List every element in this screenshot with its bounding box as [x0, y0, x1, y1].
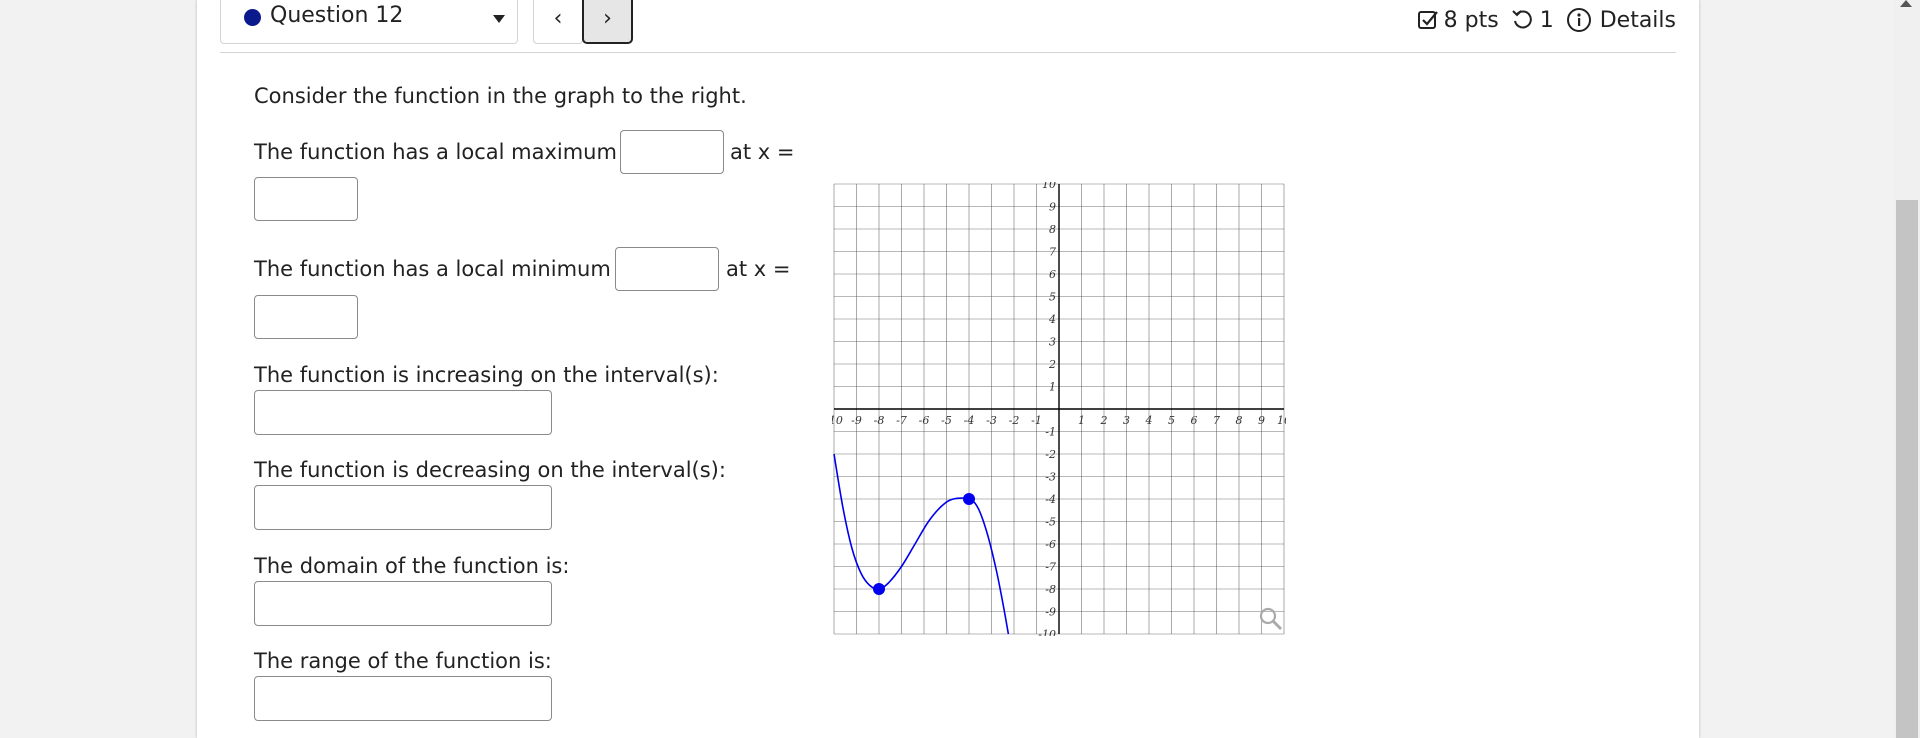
y-tick-label: 4 [1048, 313, 1056, 326]
y-tick-label: 1 [1049, 381, 1056, 394]
local-min-label: The function has a local minimum of [254, 257, 638, 281]
attempts-count: 1 [1539, 7, 1554, 33]
y-tick-label: -7 [1045, 561, 1056, 574]
x-tick-label: -4 [964, 414, 975, 427]
retry-icon [1512, 10, 1532, 29]
y-tick-label: 8 [1049, 223, 1056, 236]
y-tick-label: 5 [1049, 291, 1056, 304]
decreasing-interval-input[interactable] [254, 485, 552, 530]
y-tick-label: -4 [1045, 493, 1056, 506]
x-tick-label: 7 [1213, 414, 1220, 427]
scroll-up-arrow-icon[interactable] [1900, 0, 1912, 7]
x-tick-label: 2 [1100, 414, 1108, 427]
x-tick-label: -6 [919, 414, 930, 427]
question-selector[interactable]: Question 12 [220, 0, 518, 44]
y-tick-label: 7 [1049, 246, 1056, 259]
increasing-label: The function is increasing on the interv… [254, 363, 719, 387]
x-tick-label: -3 [986, 414, 997, 427]
local-min-value-input[interactable] [615, 247, 719, 291]
y-tick-label: -10 [1038, 628, 1056, 636]
local-max-label: The function has a local maximum of [254, 140, 644, 164]
x-tick-label: -7 [896, 414, 907, 427]
x-tick-label: -8 [874, 414, 885, 427]
y-tick-label: 9 [1049, 201, 1056, 214]
y-tick-label: -8 [1045, 583, 1056, 596]
y-tick-label: 2 [1048, 358, 1056, 371]
y-tick-label: -6 [1045, 538, 1056, 551]
x-tick-label: 9 [1258, 414, 1265, 427]
function-graph: -10 -9 -8 -7 -6 -5 -4 -3 -2 -1 1 2 3 4 5 6 7 8 9 10 10 9 8 7 6 5 4… [832, 182, 1286, 636]
x-tick-label: -10 [832, 414, 843, 427]
y-tick-label: 10 [1042, 182, 1056, 191]
range-label: The range of the function is: [254, 649, 552, 673]
local-max-x-input[interactable] [254, 177, 358, 221]
zoom-icon[interactable] [1259, 607, 1283, 631]
y-tick-label: -9 [1045, 606, 1056, 619]
x-tick-label: -5 [941, 414, 952, 427]
x-tick-label: 3 [1123, 414, 1130, 427]
y-tick-label: 3 [1049, 336, 1056, 349]
x-tick-label: 4 [1145, 414, 1153, 427]
local-min-x-input[interactable] [254, 295, 358, 339]
x-tick-label: 5 [1168, 414, 1175, 427]
x-tick-label: 8 [1236, 414, 1243, 427]
x-tick-label: -1 [1031, 414, 1042, 427]
info-icon [1566, 8, 1591, 32]
range-input[interactable] [254, 676, 552, 721]
previous-question-button[interactable]: ‹ [533, 0, 583, 44]
status-dot-icon [244, 9, 261, 26]
y-tick-label: -1 [1045, 426, 1056, 439]
domain-input[interactable] [254, 581, 552, 626]
local-max-at-x-label: at x = [730, 140, 795, 164]
y-tick-label: 6 [1049, 268, 1056, 281]
prompt-intro: Consider the function in the graph to th… [254, 84, 747, 108]
details-label: Details [1599, 7, 1676, 33]
x-tick-label: 10 [1277, 414, 1286, 427]
next-question-button[interactable]: › [582, 0, 633, 44]
domain-label: The domain of the function is: [254, 554, 570, 578]
question-label: Question 12 [270, 3, 404, 28]
increasing-interval-input[interactable] [254, 390, 552, 435]
x-tick-label: 1 [1078, 414, 1085, 427]
extremum-point [963, 493, 975, 505]
decreasing-label: The function is decreasing on the interv… [254, 458, 726, 482]
points-text: 8 pts [1443, 7, 1499, 33]
y-tick-label: -3 [1045, 471, 1056, 484]
details-button[interactable]: Details [1566, 7, 1676, 33]
y-tick-label: -2 [1045, 448, 1056, 461]
x-tick-label: 6 [1191, 414, 1198, 427]
extremum-point [873, 583, 885, 595]
scrollbar-thumb[interactable] [1896, 200, 1918, 738]
x-tick-label: -9 [851, 414, 862, 427]
y-tick-label: -5 [1045, 516, 1056, 529]
caret-down-icon [493, 15, 505, 23]
local-max-value-input[interactable] [620, 130, 724, 174]
local-min-at-x-label: at x = [726, 257, 791, 281]
checkbox-icon [1417, 11, 1438, 29]
question-meta: 8 pts 1 Details [1417, 7, 1676, 33]
header-divider [220, 52, 1676, 53]
x-tick-label: -2 [1009, 414, 1020, 427]
